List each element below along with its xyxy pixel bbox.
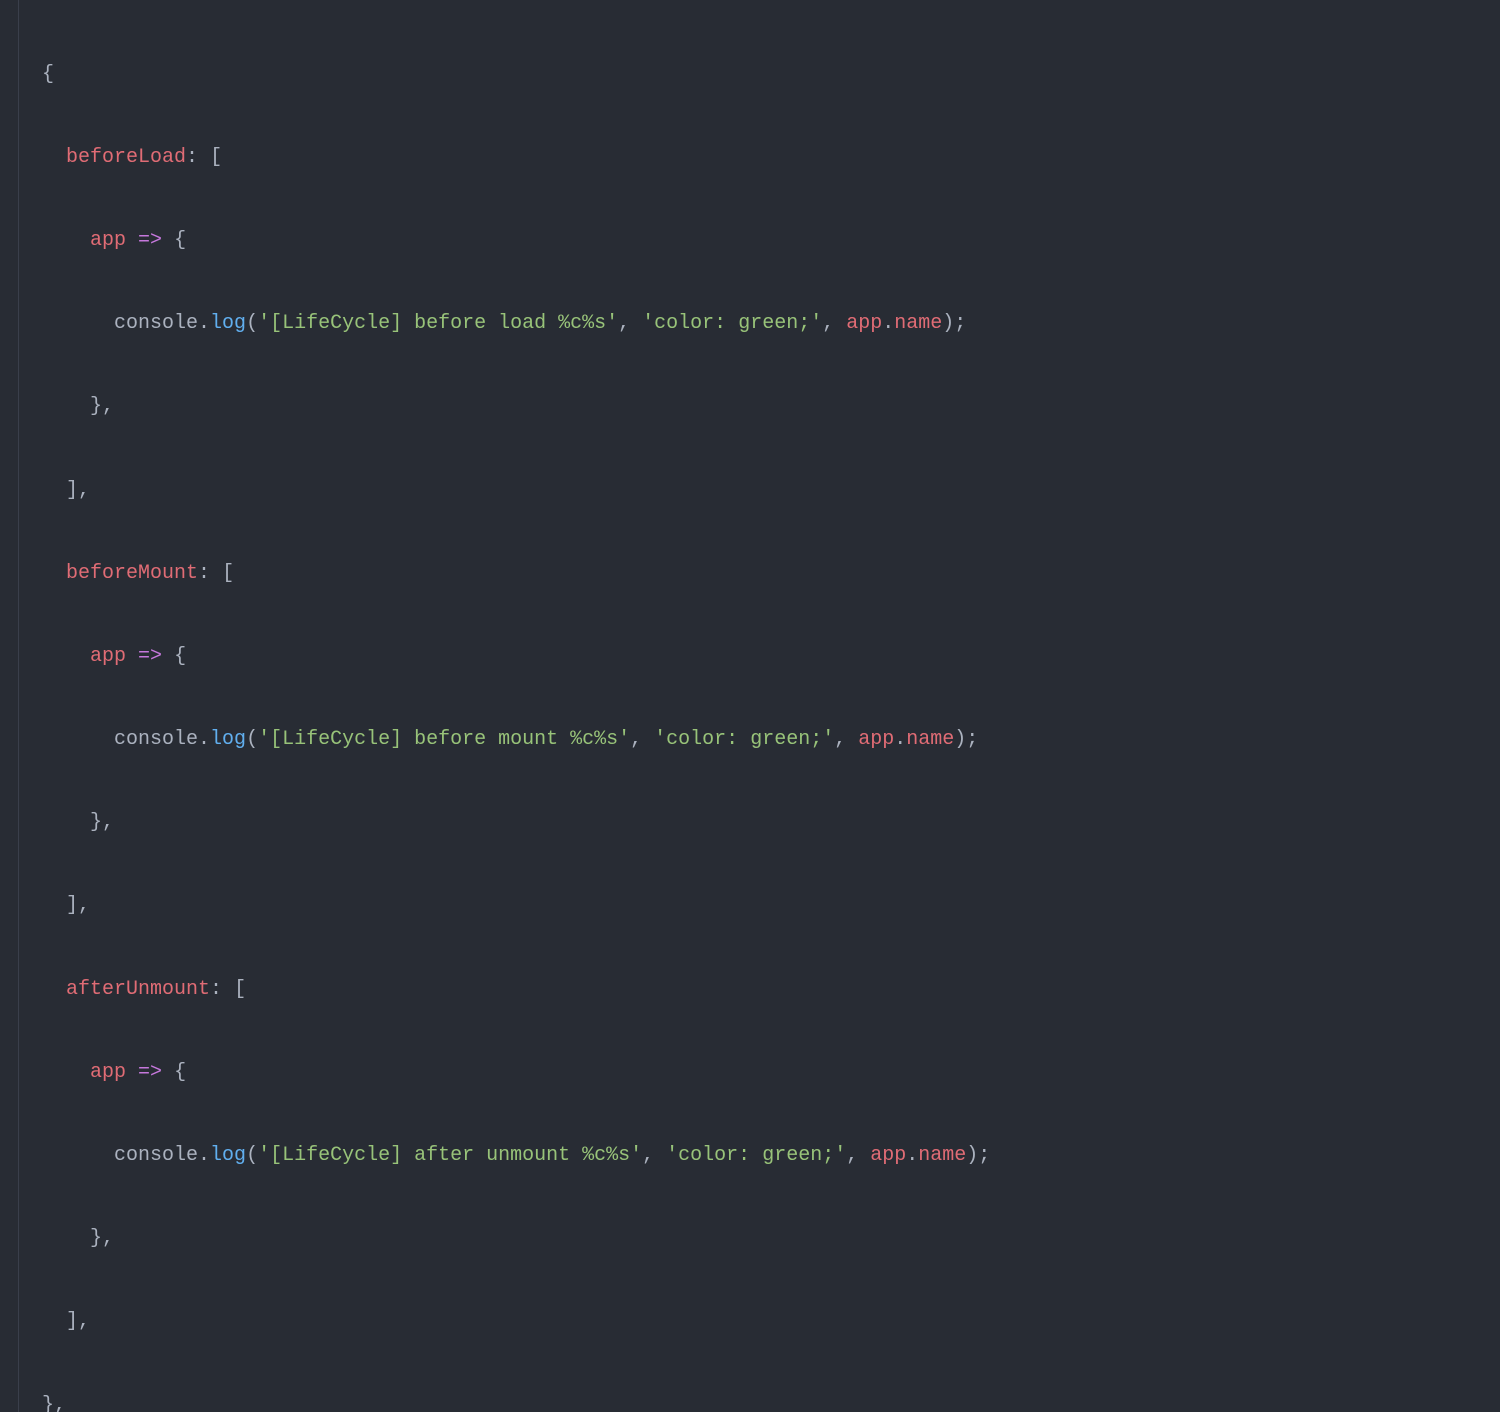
semicolon: ; xyxy=(966,728,978,751)
brace-open: { xyxy=(174,1061,186,1084)
code-line: ], xyxy=(10,885,1500,927)
object-key: beforeLoad xyxy=(66,146,186,169)
bracket-open: [ xyxy=(222,562,234,585)
code-line: ], xyxy=(10,470,1500,512)
bracket-open: [ xyxy=(234,978,246,1001)
comma: , xyxy=(54,1394,66,1412)
param: app xyxy=(90,1061,126,1084)
identifier-app: app xyxy=(846,312,882,335)
brace-open: { xyxy=(42,63,54,86)
dot: . xyxy=(894,728,906,751)
string-literal: 'color: green;' xyxy=(654,728,834,751)
code-line: }, xyxy=(10,1218,1500,1260)
param: app xyxy=(90,229,126,252)
identifier-app: app xyxy=(858,728,894,751)
console-object: console xyxy=(114,728,198,751)
arrow: => xyxy=(138,645,162,668)
console-object: console xyxy=(114,312,198,335)
colon: : xyxy=(198,562,210,585)
semicolon: ; xyxy=(978,1144,990,1167)
comma: , xyxy=(102,811,114,834)
brace-close: } xyxy=(90,1227,102,1250)
code-line: beforeMount: [ xyxy=(10,553,1500,595)
code-line: beforeLoad: [ xyxy=(10,137,1500,179)
code-line: afterUnmount: [ xyxy=(10,969,1500,1011)
brace-close: } xyxy=(90,395,102,418)
brace-open: { xyxy=(174,645,186,668)
console-object: console xyxy=(114,1144,198,1167)
object-key: afterUnmount xyxy=(66,978,210,1001)
code-line: app => { xyxy=(10,1052,1500,1094)
property-name: name xyxy=(906,728,954,751)
comma: , xyxy=(78,1310,90,1333)
identifier-app: app xyxy=(870,1144,906,1167)
string-literal: '[LifeCycle] before load %c%s' xyxy=(258,312,618,335)
comma: , xyxy=(78,479,90,502)
bracket-close: ] xyxy=(66,479,78,502)
dot: . xyxy=(198,728,210,751)
comma: , xyxy=(642,1144,654,1167)
code-line: console.log('[LifeCycle] before load %c%… xyxy=(10,303,1500,345)
comma: , xyxy=(102,395,114,418)
semicolon: ; xyxy=(954,312,966,335)
param: app xyxy=(90,645,126,668)
object-key: beforeMount xyxy=(66,562,198,585)
string-literal: '[LifeCycle] after unmount %c%s' xyxy=(258,1144,642,1167)
dot: . xyxy=(882,312,894,335)
comma: , xyxy=(102,1227,114,1250)
arrow: => xyxy=(138,229,162,252)
paren-open: ( xyxy=(246,312,258,335)
method-log: log xyxy=(210,728,246,751)
bracket-open: [ xyxy=(210,146,222,169)
comma: , xyxy=(822,312,834,335)
property-name: name xyxy=(894,312,942,335)
colon: : xyxy=(186,146,198,169)
code-editor: { beforeLoad: [ app => { console.log('[L… xyxy=(0,12,1500,1412)
paren-close: ) xyxy=(966,1144,978,1167)
code-line: ], xyxy=(10,1301,1500,1343)
paren-close: ) xyxy=(954,728,966,751)
code-line: }, xyxy=(10,802,1500,844)
dot: . xyxy=(198,312,210,335)
dot: . xyxy=(198,1144,210,1167)
comma: , xyxy=(846,1144,858,1167)
comma: , xyxy=(630,728,642,751)
bracket-close: ] xyxy=(66,1310,78,1333)
colon: : xyxy=(210,978,222,1001)
dot: . xyxy=(906,1144,918,1167)
paren-open: ( xyxy=(246,728,258,751)
code-line: app => { xyxy=(10,636,1500,678)
comma: , xyxy=(834,728,846,751)
code-line: }, xyxy=(10,1385,1500,1412)
bracket-close: ] xyxy=(66,894,78,917)
brace-close: } xyxy=(90,811,102,834)
string-literal: 'color: green;' xyxy=(642,312,822,335)
paren-open: ( xyxy=(246,1144,258,1167)
arrow: => xyxy=(138,1061,162,1084)
brace-close: } xyxy=(42,1394,54,1412)
comma: , xyxy=(618,312,630,335)
property-name: name xyxy=(918,1144,966,1167)
code-line: console.log('[LifeCycle] before mount %c… xyxy=(10,719,1500,761)
code-line: app => { xyxy=(10,220,1500,262)
comma: , xyxy=(78,894,90,917)
method-log: log xyxy=(210,312,246,335)
method-log: log xyxy=(210,1144,246,1167)
code-line: }, xyxy=(10,386,1500,428)
string-literal: 'color: green;' xyxy=(666,1144,846,1167)
string-literal: '[LifeCycle] before mount %c%s' xyxy=(258,728,630,751)
paren-close: ) xyxy=(942,312,954,335)
brace-open: { xyxy=(174,229,186,252)
code-line: { xyxy=(10,54,1500,96)
code-line: console.log('[LifeCycle] after unmount %… xyxy=(10,1135,1500,1177)
